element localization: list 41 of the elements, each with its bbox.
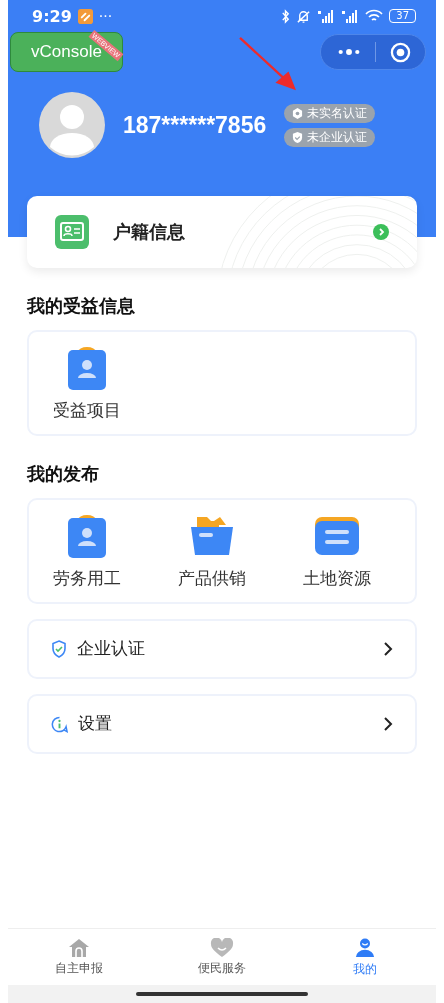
chevron-right-icon [373, 224, 389, 240]
user-icon [354, 937, 375, 959]
id-card-icon [55, 215, 89, 249]
folder-icon [190, 514, 234, 558]
more-notifications: ··· [98, 8, 113, 24]
chevron-right-icon [383, 641, 393, 657]
home-icon [68, 938, 91, 958]
menu-row[interactable]: 企业认证 [27, 619, 417, 679]
grid-item[interactable]: 受益项目 [29, 346, 145, 422]
info-icon [51, 715, 68, 733]
status-time: 9:29 [32, 6, 72, 26]
tab-bar-item[interactable]: 便民服务 [150, 929, 294, 985]
person-card-icon [68, 514, 106, 558]
bluetooth-icon [281, 8, 291, 24]
avatar [39, 92, 105, 158]
menu-row[interactable]: 设置 [27, 694, 417, 754]
signal-icon [341, 9, 360, 23]
badge-icon [292, 107, 304, 119]
wifi-icon [365, 9, 384, 23]
signal-icon [317, 9, 336, 23]
chevron-right-icon [383, 716, 393, 732]
close-target-icon[interactable] [390, 41, 411, 63]
person-card-icon [68, 346, 106, 390]
app-notification-icon [77, 8, 93, 24]
grid-item[interactable]: 土地资源 [279, 514, 395, 590]
section-title: 我的受益信息 [27, 294, 136, 318]
heart-icon [210, 938, 234, 958]
grid-item[interactable]: 劳务用工 [29, 514, 145, 590]
tab-bar-item[interactable]: 自主申报 [8, 929, 151, 985]
grid-item[interactable]: 产品供销 [145, 514, 279, 590]
phone-number: 187******7856 [123, 111, 267, 139]
battery-indicator: 37 [389, 9, 416, 23]
household-card[interactable]: 户籍信息 [27, 196, 417, 268]
shield-icon [292, 131, 304, 143]
shield-check-icon [51, 640, 67, 658]
mute-icon [296, 8, 312, 24]
section-title: 我的发布 [27, 462, 100, 486]
annotation-arrow [238, 36, 298, 92]
more-icon[interactable] [337, 48, 361, 56]
tab-bar-item[interactable]: 我的 [293, 929, 436, 985]
storage-icon [315, 514, 359, 558]
